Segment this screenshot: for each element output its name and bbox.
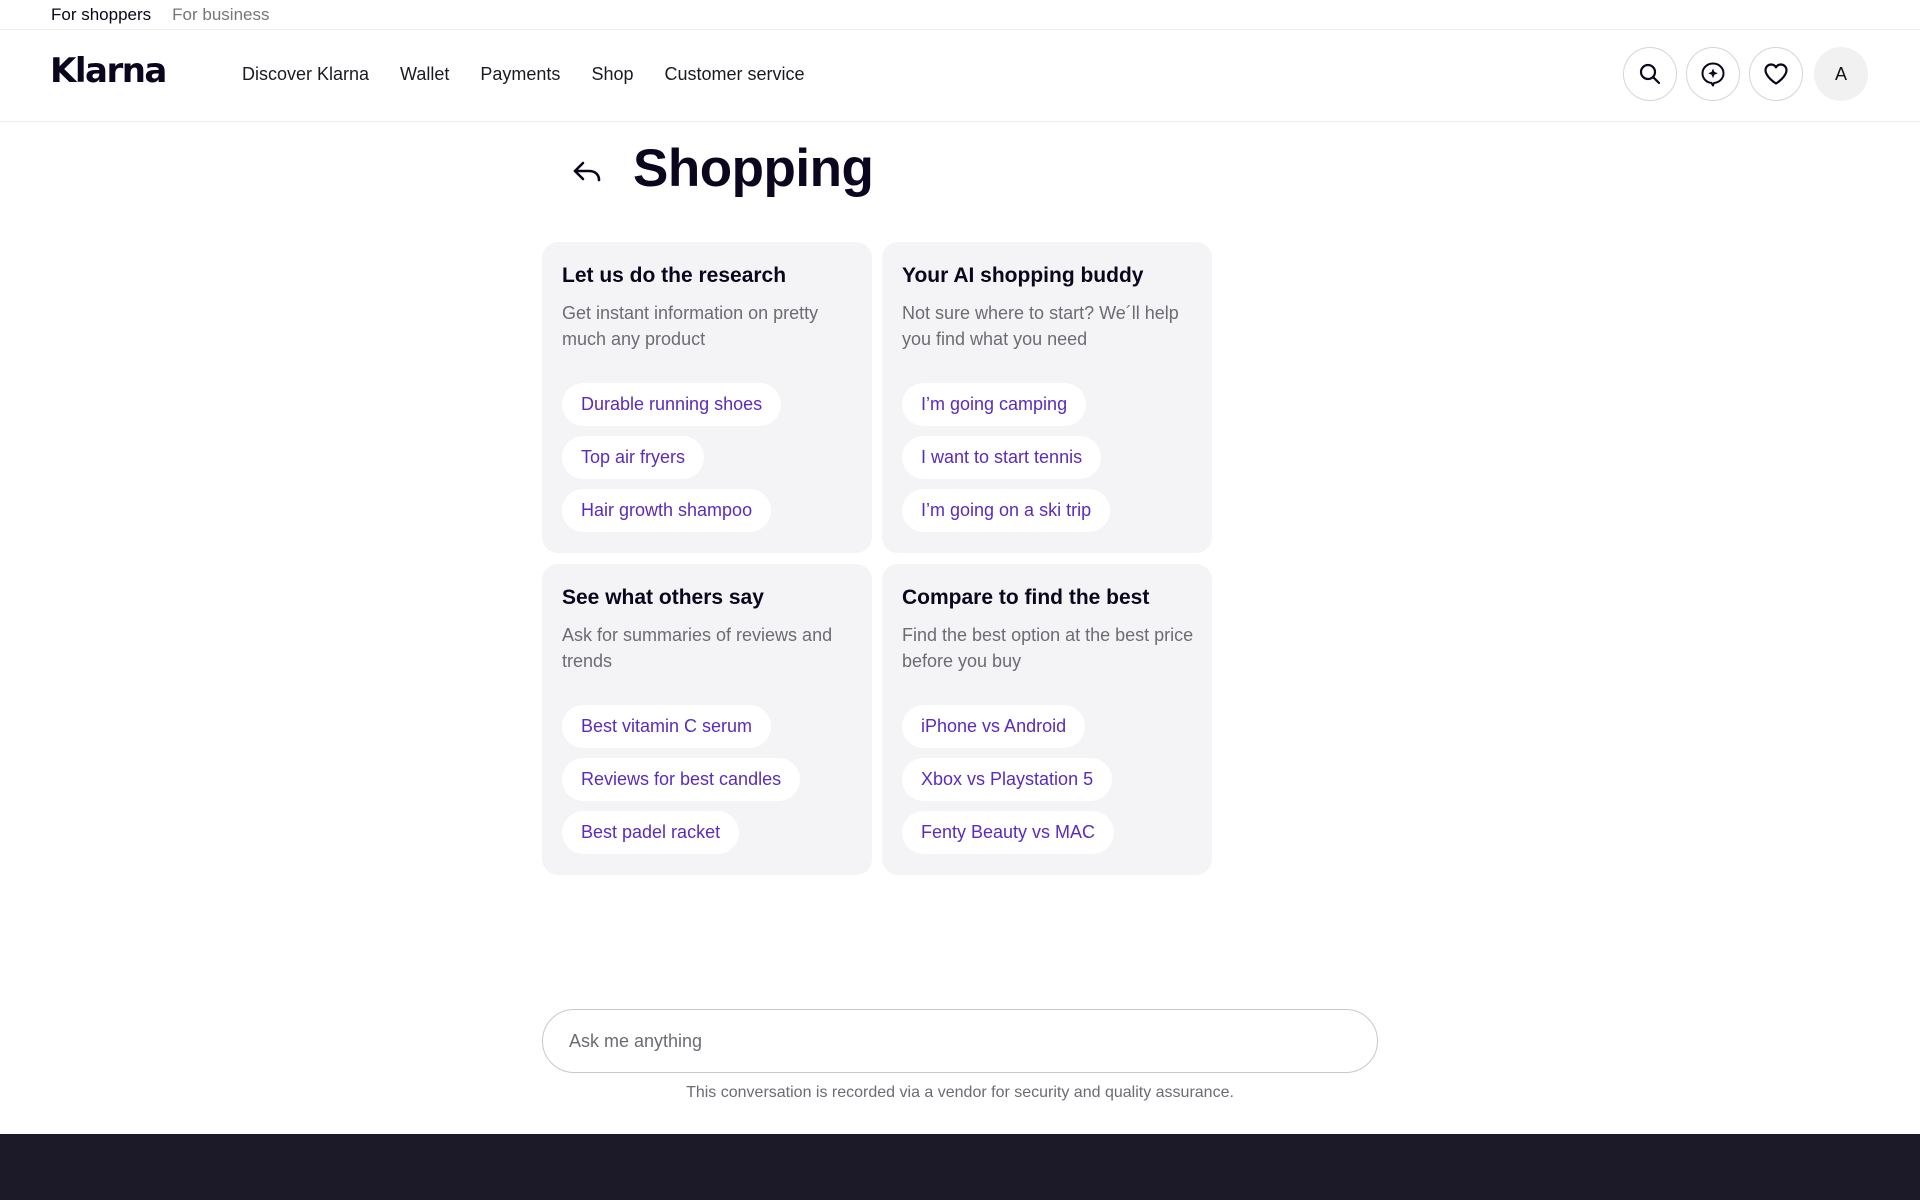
card-description: Ask for summaries of reviews and trends [562, 625, 833, 671]
main-header: Klarna Discover Klarna Wallet Payments S… [0, 30, 1920, 122]
suggestion-chip[interactable]: Best vitamin C serum [562, 705, 772, 748]
suggestion-chip[interactable]: I want to start tennis [902, 436, 1102, 479]
suggestion-chips: Best vitamin C serum Reviews for best ca… [562, 705, 801, 854]
card-title: See what others say [562, 586, 764, 609]
suggestion-chip[interactable]: Top air fryers [562, 436, 705, 479]
suggestion-chip[interactable]: Fenty Beauty vs MAC [902, 811, 1115, 854]
suggestion-chip[interactable]: Xbox vs Playstation 5 [902, 758, 1113, 801]
suggestion-chips: I’m going camping I want to start tennis… [902, 383, 1111, 532]
ask-input[interactable] [542, 1009, 1378, 1073]
suggestion-chips: Durable running shoes Top air fryers Hai… [562, 383, 782, 532]
back-arrow-icon [573, 161, 601, 182]
suggestion-chip[interactable]: Hair growth shampoo [562, 489, 772, 532]
klarna-logo[interactable]: Klarna [50, 54, 167, 88]
nav-shop[interactable]: Shop [591, 64, 633, 85]
suggestion-chip[interactable]: I’m going camping [902, 383, 1087, 426]
page-title: Shopping [633, 139, 874, 198]
for-business-link[interactable]: For business [172, 5, 269, 25]
nav-wallet[interactable]: Wallet [400, 64, 449, 85]
card-title: Let us do the research [562, 264, 787, 287]
card-description: Find the best option at the best price b… [902, 625, 1194, 671]
nav-customer-service[interactable]: Customer service [664, 64, 804, 85]
main-nav: Discover Klarna Wallet Payments Shop Cus… [242, 64, 805, 85]
suggestion-chip[interactable]: Reviews for best candles [562, 758, 801, 801]
compare-card: Compare to find the best Find the best o… [882, 564, 1212, 875]
reviews-card: See what others say Ask for summaries of… [542, 564, 872, 875]
shopping-buddy-card: Your AI shopping buddy Not sure where to… [882, 242, 1212, 553]
audience-switcher: For shoppers For business [0, 0, 1920, 30]
suggestion-chip[interactable]: iPhone vs Android [902, 705, 1086, 748]
card-description: Not sure where to start? We´ll help you … [902, 303, 1179, 349]
for-shoppers-link[interactable]: For shoppers [51, 5, 151, 25]
ai-assistant-button[interactable] [1686, 47, 1740, 101]
wishlist-button[interactable] [1749, 47, 1803, 101]
card-description: Get instant information on pretty much a… [562, 303, 819, 349]
research-card: Let us do the research Get instant infor… [542, 242, 872, 553]
suggestion-chip[interactable]: Durable running shoes [562, 383, 782, 426]
nav-discover-klarna[interactable]: Discover Klarna [242, 64, 369, 85]
nav-payments[interactable]: Payments [480, 64, 560, 85]
suggestion-chip[interactable]: I’m going on a ski trip [902, 489, 1111, 532]
back-button[interactable] [566, 152, 610, 192]
suggestion-chip[interactable]: Best padel racket [562, 811, 740, 854]
search-icon [1639, 63, 1661, 85]
heart-icon [1764, 63, 1788, 85]
account-avatar[interactable]: A [1814, 47, 1868, 101]
search-button[interactable] [1623, 47, 1677, 101]
footer [0, 1134, 1920, 1200]
ai-assistant-icon [1701, 62, 1725, 87]
card-title: Your AI shopping buddy [902, 264, 1144, 287]
suggestion-chips: iPhone vs Android Xbox vs Playstation 5 … [902, 705, 1115, 854]
recording-disclaimer: This conversation is recorded via a vend… [686, 1084, 1234, 1101]
card-title: Compare to find the best [902, 586, 1150, 609]
